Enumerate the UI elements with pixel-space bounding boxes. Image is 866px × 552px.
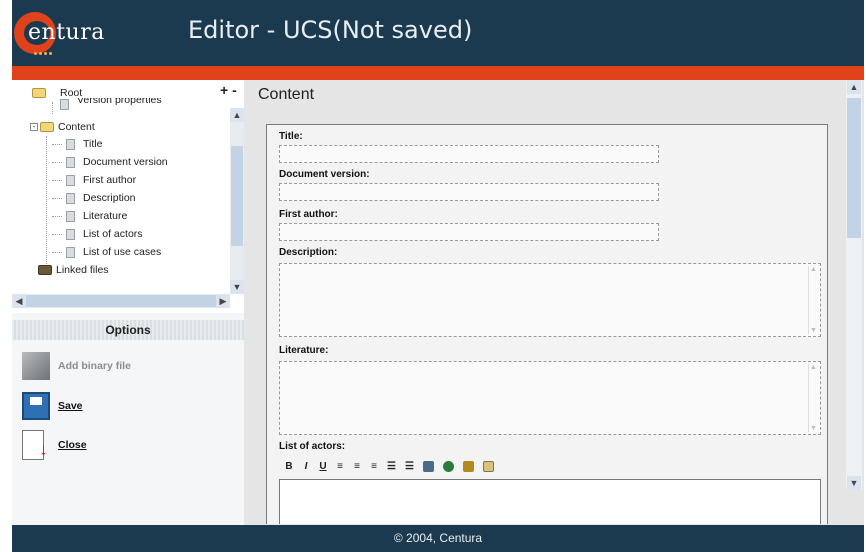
document-icon [66,174,75,186]
content-form: Title: Document version: First author: D… [266,124,828,524]
linked-files-icon [38,265,52,275]
tree-item-document-version[interactable]: Document version [52,153,168,171]
document-icon [66,138,75,150]
tree-item-label: Version properties [77,98,162,106]
tree-item-literature[interactable]: Literature [52,207,127,225]
insert-link-icon[interactable] [442,461,454,472]
document-tree: Root + - Version properties - Content Ti… [12,80,244,313]
insert-image-icon[interactable] [482,461,494,472]
tree-item-content[interactable]: - Content [30,118,95,136]
floppy-disk-icon [22,392,50,420]
tree-item-description[interactable]: Description [52,189,136,207]
first-author-field[interactable] [279,223,659,241]
tree-item-label: Literature [83,210,128,222]
logo-dots [34,46,58,55]
tree-item-list-of-use-cases[interactable]: List of use cases [52,243,161,261]
close-button[interactable]: Close [22,430,87,460]
left-panel: Root + - Version properties - Content Ti… [12,80,244,525]
window-title: Editor - UCS(Not saved) [188,16,473,44]
scroll-thumb[interactable] [231,146,243,246]
add-remove-node-button[interactable]: + - [220,82,237,98]
close-label: Close [58,439,87,451]
app-header: entura Editor - UCS(Not saved) [12,0,864,66]
title-field[interactable] [279,145,659,163]
tree-item-label: List of actors [83,228,143,240]
document-icon [60,98,69,110]
list-of-actors-editor[interactable] [279,479,821,524]
content-panel: Content Title: Document version: First a… [244,80,864,525]
content-vertical-scrollbar[interactable]: ▲ ▼ [846,80,862,490]
align-center-button[interactable]: ≡ [353,461,361,472]
logo-text: entura [28,20,105,45]
tree-item-title[interactable]: Title [52,135,102,153]
tree-item-label: First author [83,174,137,186]
scroll-up-icon[interactable]: ▲ [847,80,861,94]
add-binary-file-label: Add binary file [58,360,131,372]
underline-button[interactable]: U [319,461,327,472]
literature-label: Literature: [279,345,329,356]
scroll-down-icon[interactable]: ▼ [847,476,861,490]
folder-open-icon [40,122,54,132]
textarea-scrollbar[interactable] [808,266,818,334]
tree-item-label: Linked files [56,264,109,276]
rich-text-toolbar: B I U ≡ ≡ ≡ ☰ ☰ [285,461,494,472]
unlink-icon[interactable] [462,461,474,472]
tree-item-label: Content [58,121,95,133]
binary-file-icon [22,352,50,380]
add-binary-file-button[interactable]: Add binary file [22,352,131,380]
close-document-icon [22,430,48,460]
scroll-thumb[interactable] [26,295,216,307]
unordered-list-button[interactable]: ☰ [405,461,414,472]
tree-item-label: Description [83,192,136,204]
document-icon [66,246,75,258]
folder-icon [32,88,46,98]
literature-field[interactable] [279,361,821,435]
document-version-label: Document version: [279,169,370,180]
scroll-left-icon[interactable]: ◀ [12,294,26,308]
description-label: Description: [279,247,338,258]
scroll-up-icon[interactable]: ▲ [230,108,244,122]
accent-bar [12,66,864,80]
document-icon [66,192,75,204]
document-icon [66,228,75,240]
tree-item-first-author[interactable]: First author [52,171,136,189]
document-icon [66,210,75,222]
scroll-thumb[interactable] [847,98,861,238]
bold-button[interactable]: B [285,461,293,472]
collapse-icon[interactable]: - [30,123,38,131]
tree-item-linked-files[interactable]: Linked files [38,261,109,279]
align-left-button[interactable]: ≡ [336,461,344,472]
page-title: Content [258,86,315,103]
first-author-label: First author: [279,209,338,220]
scroll-down-icon[interactable]: ▼ [230,280,244,294]
description-field[interactable] [279,263,821,337]
textarea-scrollbar[interactable] [808,364,818,432]
tree-horizontal-scrollbar[interactable]: ◀ ▶ [12,294,230,308]
tree-item-list-of-actors[interactable]: List of actors [52,225,143,243]
list-of-actors-label: List of actors: [279,441,346,452]
scroll-right-icon[interactable]: ▶ [216,294,230,308]
align-right-button[interactable]: ≡ [370,461,378,472]
insert-table-icon[interactable] [422,461,434,472]
centura-logo: entura [14,12,149,55]
tree-item-label: Title [83,138,103,150]
tree-item-version-properties[interactable]: Version properties [60,98,162,110]
italic-button[interactable]: I [302,461,310,472]
ordered-list-button[interactable]: ☰ [387,461,396,472]
save-button[interactable]: Save [22,392,83,420]
footer-copyright: © 2004, Centura [12,525,864,552]
tree-item-label: Document version [83,156,168,168]
tree-item-label: List of use cases [83,246,162,258]
title-label: Title: [279,131,303,142]
options-heading: Options [12,320,244,340]
save-label: Save [58,400,83,412]
tree-vertical-scrollbar[interactable]: ▲ ▼ [230,108,244,294]
document-version-field[interactable] [279,183,659,201]
document-icon [66,156,75,168]
